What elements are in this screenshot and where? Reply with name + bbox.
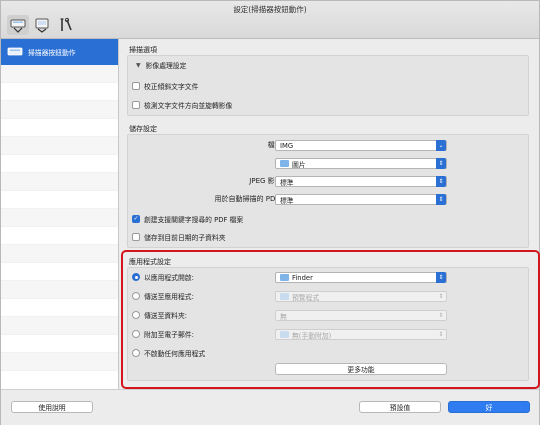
footer-bar: 使用說明 預設值 好 xyxy=(1,389,539,425)
ok-button[interactable]: 好 xyxy=(448,401,530,413)
date-subfolder-checkbox[interactable]: 儲存到目前日期的子資料夾 xyxy=(132,232,226,242)
scan-options-box: ▼ 影像處理設定 校正傾斜文字文件 檢測文字文件方向並旋轉影像 xyxy=(127,55,529,116)
attach-email-value: 無(手動附加) xyxy=(292,331,332,340)
checkmark-icon: ✓ xyxy=(132,215,140,223)
send-to-folder-value: 無 xyxy=(280,312,287,321)
send-to-app-select: 預覽程式 ⇕ xyxy=(275,291,447,302)
checkbox-label: 校正傾斜文字文件 xyxy=(144,83,199,91)
more-functions-button[interactable]: 更多功能 xyxy=(275,363,447,375)
folder-icon xyxy=(280,160,289,167)
send-to-folder-radio[interactable]: 傳送至資料夾: xyxy=(132,310,187,320)
tab-scanner-button-settings[interactable] xyxy=(7,15,29,35)
file-name-combo[interactable]: IMG ⌄ xyxy=(275,140,447,151)
radio-icon xyxy=(132,349,140,357)
send-to-app-value: 預覽程式 xyxy=(292,293,320,302)
title-bar: 設定(掃描器按鈕動作) xyxy=(1,1,539,39)
sidebar: 掃描器按鈕動作 xyxy=(1,39,119,389)
settings-panel: 掃描選項 ▼ 影像處理設定 校正傾斜文字文件 檢測文字文件方向並旋轉影像 儲存設… xyxy=(119,39,539,389)
send-to-folder-select: 無 ⇕ xyxy=(275,310,447,321)
scan-to-pc-icon xyxy=(35,18,49,33)
radio-label: 以應用程式開啟: xyxy=(144,274,194,282)
file-name-label: 檔案名稱: xyxy=(128,140,298,150)
radio-icon xyxy=(132,330,140,338)
checkbox-label: 創建支援關鍵字搜尋的 PDF 檔案 xyxy=(144,216,244,224)
chevron-updown-icon: ⇕ xyxy=(438,292,444,300)
radio-label: 傳送至資料夾: xyxy=(144,312,188,320)
disclosure-triangle-icon: ▼ xyxy=(136,61,141,69)
save-in-select[interactable]: 圖片 ⇕ xyxy=(275,158,447,169)
checkbox-label: 儲存到目前日期的子資料夾 xyxy=(144,234,226,242)
radio-selected-icon xyxy=(132,273,140,281)
jpeg-quality-value: 標準 xyxy=(280,178,294,187)
tools-icon xyxy=(60,17,72,31)
chevron-updown-icon: ⇕ xyxy=(438,311,444,319)
save-in-label: 儲存於: xyxy=(128,158,298,168)
save-settings-box: 檔案名稱: IMG ⌄ 儲存於: 圖片 ⇕ JPEG 影像品質: 標準 ⇕ 用於… xyxy=(127,134,529,248)
settings-window: 設定(掃描器按鈕動作) 掃描器按鈕動作 掃描選項 ▼ 影像處理設定 校正傾斜文字… xyxy=(0,0,540,425)
chevron-updown-icon: ⇕ xyxy=(436,272,446,283)
checkbox-box xyxy=(132,82,140,90)
save-in-value: 圖片 xyxy=(292,160,306,169)
radio-icon xyxy=(132,311,140,319)
preview-app-icon xyxy=(280,293,289,300)
checkbox-box xyxy=(132,101,140,109)
scanner-icon xyxy=(7,47,23,56)
chevron-down-icon[interactable]: ⌄ xyxy=(436,140,446,151)
sidebar-item-label: 掃描器按鈕動作 xyxy=(28,49,76,57)
chevron-updown-icon: ⇕ xyxy=(438,330,444,338)
image-processing-disclosure[interactable]: ▼ 影像處理設定 xyxy=(136,60,187,71)
mail-icon xyxy=(280,331,289,338)
chevron-updown-icon: ⇕ xyxy=(436,176,446,187)
pdf-compression-select[interactable]: 標準 ⇕ xyxy=(275,194,447,205)
scan-options-title: 掃描選項 xyxy=(129,46,157,54)
checkbox-box xyxy=(132,233,140,241)
app-settings-box: 以應用程式開啟: Finder ⇕ 傳送至應用程式: 預覽程式 ⇕ 傳送至資料夾… xyxy=(127,267,529,381)
tab-save-settings[interactable] xyxy=(31,15,53,35)
pdf-compression-label: 用於自動掃描的 PDF 壓縮: xyxy=(214,195,298,203)
defaults-button[interactable]: 預設值 xyxy=(359,401,441,413)
attach-email-select: 無(手動附加) ⇕ xyxy=(275,329,447,340)
open-with-app-value: Finder xyxy=(292,273,313,282)
scanner-icon xyxy=(10,19,26,33)
deskew-text-checkbox[interactable]: 校正傾斜文字文件 xyxy=(132,81,198,91)
save-settings-title: 儲存設定 xyxy=(129,125,157,133)
radio-label: 傳送至應用程式: xyxy=(144,293,194,301)
searchable-pdf-checkbox[interactable]: ✓ 創建支援關鍵字搜尋的 PDF 檔案 xyxy=(132,214,243,224)
jpeg-quality-label: JPEG 影像品質: xyxy=(249,177,298,185)
send-to-app-radio[interactable]: 傳送至應用程式: xyxy=(132,291,194,301)
file-name-value: IMG xyxy=(280,141,294,150)
chevron-updown-icon: ⇕ xyxy=(436,194,446,205)
finder-icon xyxy=(280,274,289,281)
detect-orientation-checkbox[interactable]: 檢測文字文件方向並旋轉影像 xyxy=(132,100,232,110)
pdf-compression-value: 標準 xyxy=(280,196,294,205)
radio-icon xyxy=(132,292,140,300)
open-with-app-select[interactable]: Finder ⇕ xyxy=(275,272,447,283)
checkbox-label: 檢測文字文件方向並旋轉影像 xyxy=(144,102,233,110)
radio-label: 不啟動任何應用程式 xyxy=(144,350,206,358)
open-with-app-radio[interactable]: 以應用程式開啟: xyxy=(132,272,194,282)
sidebar-item-scanner-button-action[interactable]: 掃描器按鈕動作 xyxy=(1,39,118,65)
window-title: 設定(掃描器按鈕動作) xyxy=(233,5,307,14)
image-processing-label: 影像處理設定 xyxy=(145,62,187,70)
app-settings-title: 應用程式設定 xyxy=(129,258,171,266)
jpeg-quality-select[interactable]: 標準 ⇕ xyxy=(275,176,447,187)
help-button[interactable]: 使用說明 xyxy=(11,401,93,413)
no-app-radio[interactable]: 不啟動任何應用程式 xyxy=(132,348,205,358)
radio-label: 附加至電子郵件: xyxy=(144,331,194,339)
attach-email-radio[interactable]: 附加至電子郵件: xyxy=(132,329,194,339)
chevron-updown-icon: ⇕ xyxy=(436,158,446,169)
tab-general-settings[interactable] xyxy=(55,15,77,35)
